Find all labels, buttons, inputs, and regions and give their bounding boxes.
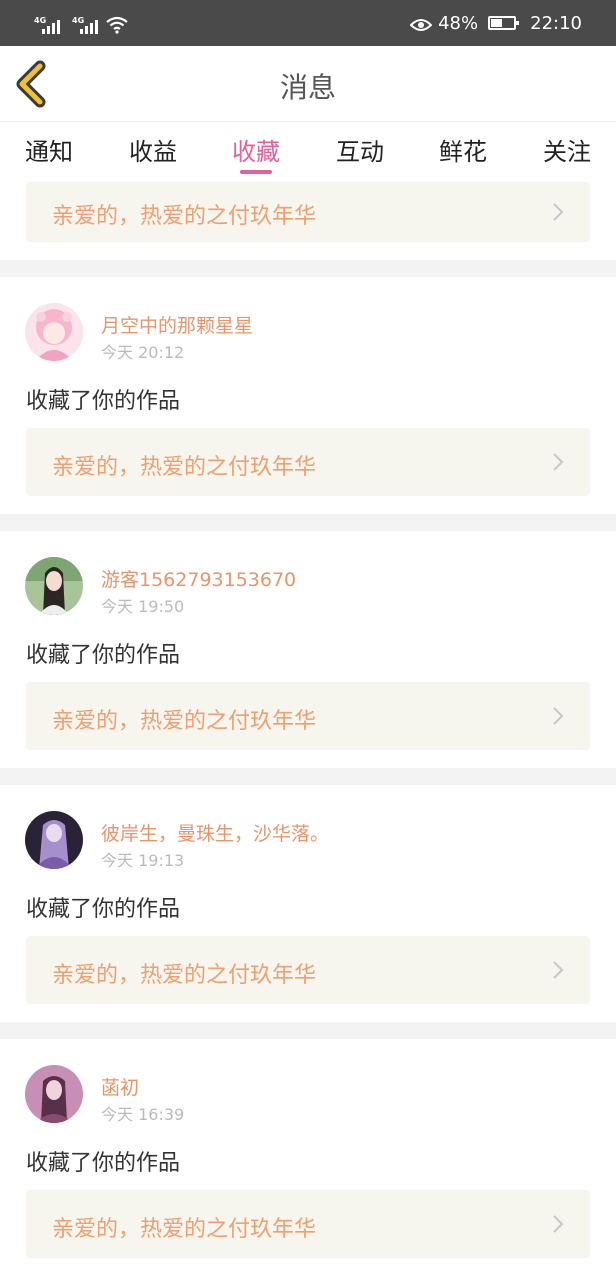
list-item: 彼岸生，曼珠生，沙华落。 今天 19:13 收藏了你的作品 亲爱的，热爱的之付玖… — [0, 785, 616, 1022]
tab-notifications[interactable]: 通知 — [9, 132, 89, 167]
work-link[interactable]: 亲爱的，热爱的之付玖年华 — [26, 1190, 590, 1258]
status-bar-right: 48% 22:10 — [409, 10, 582, 36]
list-item: 菡初 今天 16:39 收藏了你的作品 亲爱的，热爱的之付玖年华 — [0, 1039, 616, 1280]
work-link[interactable]: 亲爱的，热爱的之付玖年华 — [26, 182, 590, 242]
sim1-network-label: 4G — [34, 16, 47, 25]
divider — [0, 1022, 616, 1039]
user-name[interactable]: 游客1562793153670 — [101, 565, 296, 592]
message-feed[interactable]: 亲爱的，热爱的之付玖年华 月空中的那颗星星 今天 20:12 收藏了你的作品 亲… — [0, 180, 616, 1280]
work-title: 亲爱的，热爱的之付玖年华 — [52, 455, 317, 480]
battery-fill — [491, 19, 503, 27]
avatar[interactable] — [25, 557, 83, 615]
chevron-right-icon — [553, 203, 564, 221]
action-text: 收藏了你的作品 — [26, 897, 181, 922]
avatar[interactable] — [25, 303, 83, 361]
work-link[interactable]: 亲爱的，热爱的之付玖年华 — [26, 936, 590, 1004]
signal-icon-sim2: 4G — [68, 16, 98, 34]
active-tab-indicator — [240, 170, 272, 174]
work-title: 亲爱的，热爱的之付玖年华 — [52, 963, 317, 988]
chevron-right-icon — [553, 453, 564, 471]
user-name[interactable]: 月空中的那颗星星 — [101, 311, 253, 338]
tab-flowers[interactable]: 鲜花 — [423, 132, 503, 167]
user-name[interactable]: 菡初 — [101, 1073, 139, 1100]
divider — [0, 260, 616, 277]
action-text: 收藏了你的作品 — [26, 1151, 181, 1176]
work-title: 亲爱的，热爱的之付玖年华 — [52, 709, 317, 734]
list-item: 月空中的那颗星星 今天 20:12 收藏了你的作品 亲爱的，热爱的之付玖年华 — [0, 277, 616, 514]
action-text: 收藏了你的作品 — [26, 643, 181, 668]
timestamp: 今天 19:13 — [101, 851, 185, 870]
work-title: 亲爱的，热爱的之付玖年华 — [52, 204, 317, 229]
work-link[interactable]: 亲爱的，热爱的之付玖年华 — [26, 428, 590, 496]
work-title: 亲爱的，热爱的之付玖年华 — [52, 1217, 317, 1242]
signal-icon-sim1: 4G — [30, 16, 60, 34]
tab-following[interactable]: 关注 — [527, 132, 607, 167]
page-title: 消息 — [279, 71, 336, 104]
chevron-right-icon — [553, 961, 564, 979]
divider — [0, 768, 616, 785]
timestamp: 今天 19:50 — [101, 597, 185, 616]
wifi-icon — [106, 16, 128, 34]
timestamp: 今天 16:39 — [101, 1105, 185, 1124]
sim2-network-label: 4G — [72, 16, 85, 25]
clock: 22:10 — [530, 12, 582, 34]
tab-interactions[interactable]: 互动 — [320, 132, 400, 167]
tab-favorites[interactable]: 收藏 — [216, 132, 296, 167]
eye-icon — [409, 16, 433, 31]
avatar[interactable] — [25, 811, 83, 869]
status-bar: 4G 4G 48% 22:10 — [0, 0, 616, 46]
battery-icon — [488, 16, 520, 30]
list-item: 亲爱的，热爱的之付玖年华 — [0, 180, 616, 260]
battery-percent: 48% — [438, 12, 479, 34]
tab-earnings[interactable]: 收益 — [113, 132, 193, 167]
user-name[interactable]: 彼岸生，曼珠生，沙华落。 — [101, 819, 329, 846]
nav-header: 消息 — [0, 46, 616, 122]
timestamp: 今天 20:12 — [101, 343, 185, 362]
action-text: 收藏了你的作品 — [26, 389, 181, 414]
status-bar-left: 4G 4G — [30, 12, 128, 34]
tab-bar: 通知 收益 收藏 互动 鲜花 关注 — [0, 122, 616, 180]
chevron-right-icon — [553, 707, 564, 725]
chevron-right-icon — [553, 1215, 564, 1233]
avatar[interactable] — [25, 1065, 83, 1123]
work-link[interactable]: 亲爱的，热爱的之付玖年华 — [26, 682, 590, 750]
divider — [0, 514, 616, 531]
list-item: 游客1562793153670 今天 19:50 收藏了你的作品 亲爱的，热爱的… — [0, 531, 616, 768]
